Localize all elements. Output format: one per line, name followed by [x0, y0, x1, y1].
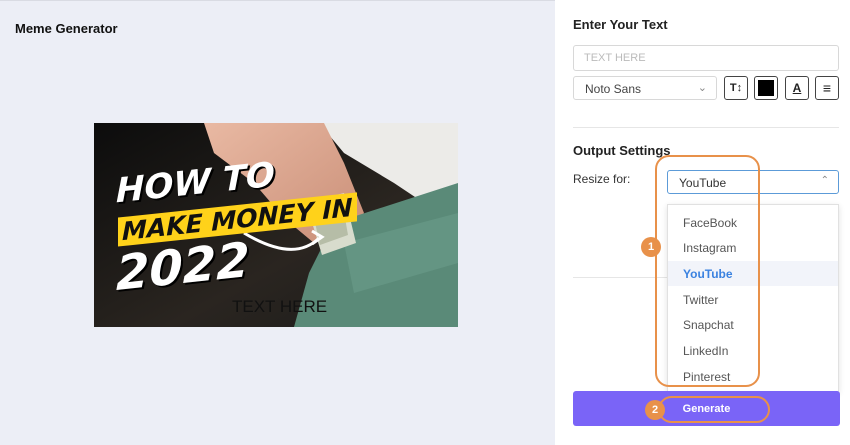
text-underline-button[interactable]: A: [785, 76, 809, 100]
meme-text-placeholder: TEXT HERE: [584, 52, 646, 64]
app-title: Meme Generator: [15, 21, 118, 36]
font-family-value: Noto Sans: [585, 82, 642, 96]
section-divider: [573, 127, 839, 128]
meme-preview-image: HOW TO MAKE MONEY IN 2022 TEXT HERE: [94, 123, 458, 327]
text-align-button[interactable]: ≡: [815, 76, 839, 100]
resize-label: Resize for:: [573, 172, 631, 186]
font-family-select[interactable]: Noto Sans ⌄: [573, 76, 717, 100]
text-color-button[interactable]: [754, 76, 778, 100]
preview-pane: Meme Generator HOW TO MAKE MONEY IN 2022…: [0, 0, 555, 445]
chevron-down-icon: ⌄: [697, 82, 707, 94]
meme-text-input[interactable]: TEXT HERE: [573, 45, 839, 71]
annotation-oval-1: [655, 155, 760, 387]
annotation-badge-2: 2: [645, 400, 665, 420]
settings-panel: Enter Your Text TEXT HERE Noto Sans ⌄ T↕…: [555, 0, 850, 445]
annotation-badge-1: 1: [641, 237, 661, 257]
output-settings-heading: Output Settings: [573, 143, 671, 158]
annotation-oval-2: [658, 396, 770, 423]
text-size-icon: T↕: [729, 82, 743, 94]
text-size-button[interactable]: T↕: [724, 76, 748, 100]
color-swatch-icon: [758, 80, 774, 96]
enter-text-heading: Enter Your Text: [573, 17, 668, 32]
align-icon: ≡: [822, 80, 832, 96]
meme-overlay-text[interactable]: TEXT HERE: [232, 297, 327, 317]
chevron-up-icon: ⌃: [820, 175, 829, 186]
text-underline-icon: A: [792, 81, 802, 95]
